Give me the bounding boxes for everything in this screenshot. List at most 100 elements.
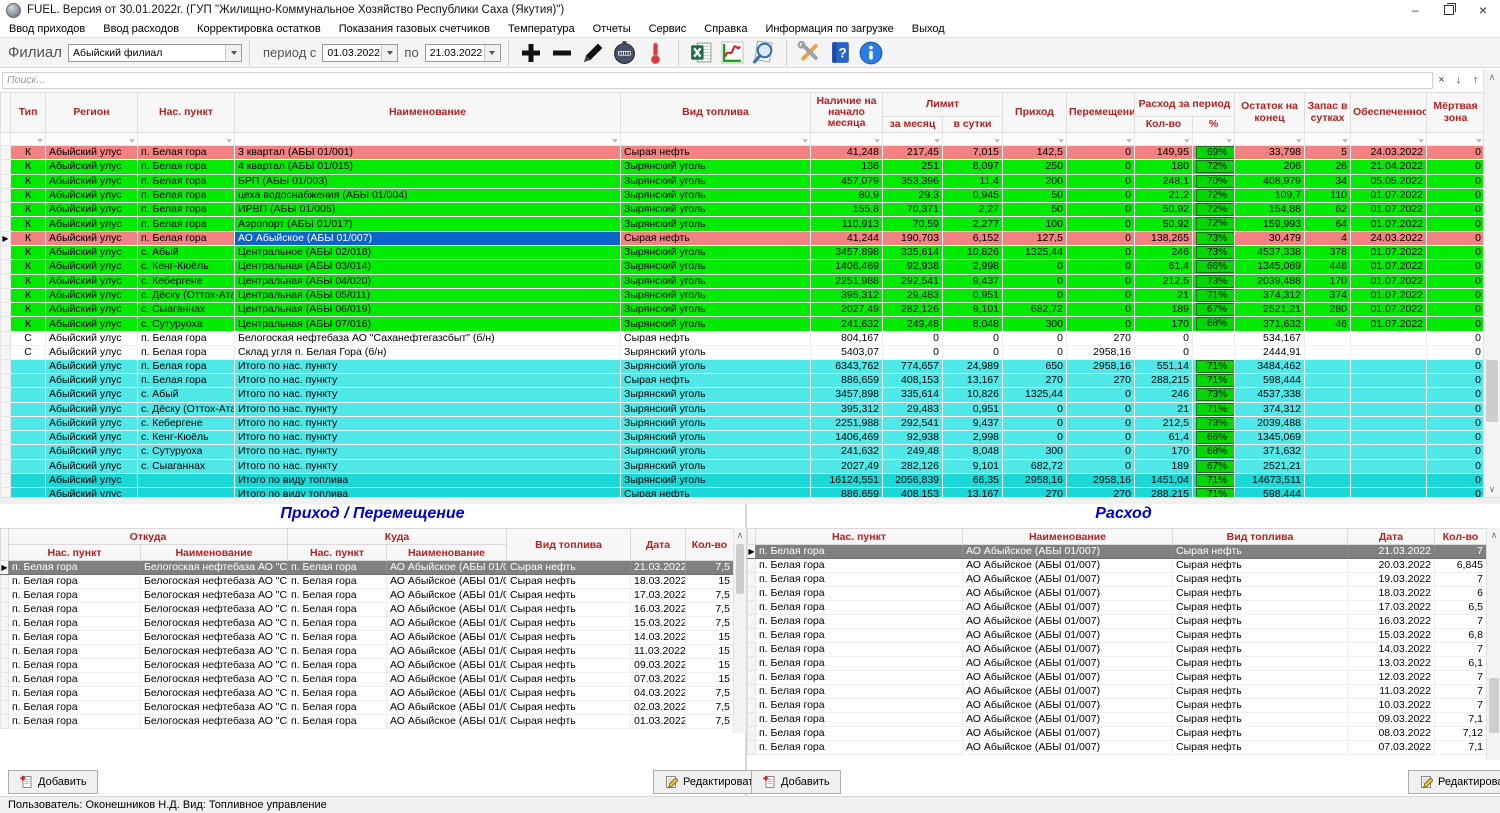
column-filter[interactable]: [235, 133, 621, 146]
table-row[interactable]: ▶п. Белая гораБелогоская нефтебаза АО "С…: [1, 561, 734, 575]
column-filter[interactable]: [1305, 133, 1351, 146]
col-header-days[interactable]: Запас в сутках: [1305, 93, 1351, 133]
chevron-down-icon[interactable]: [381, 45, 397, 61]
main-table-row[interactable]: Абыйский улусп. Белая гораИтого по нас. …: [1, 359, 1485, 373]
column-filter[interactable]: [1067, 133, 1135, 146]
col-header-limit-month[interactable]: за месяц: [883, 117, 943, 133]
column-filter[interactable]: [1427, 133, 1485, 146]
table-row[interactable]: п. Белая гораБелогоская нефтебаза АО "Са…: [1, 701, 734, 715]
menu-item[interactable]: Справка: [695, 20, 756, 37]
search-document-icon[interactable]: [749, 39, 778, 67]
edit-icon[interactable]: [579, 39, 608, 67]
chevron-down-icon[interactable]: [225, 45, 241, 61]
table-row[interactable]: п. Белая гораАО Абыйское (АБЫ 01/007)Сыр…: [748, 643, 1487, 657]
column-filter[interactable]: [811, 133, 883, 146]
search-prev-icon[interactable]: ↑: [1467, 72, 1484, 88]
scroll-down-icon[interactable]: ∨: [1484, 482, 1500, 497]
col-header-type[interactable]: Тип: [11, 93, 46, 133]
menu-item[interactable]: Показания газовых счетчиков: [330, 20, 499, 37]
main-table-row[interactable]: ▶КАбыйский улусп. Белая гораАО Абыйское …: [1, 231, 1485, 245]
filial-select[interactable]: Абыйский филиал: [68, 44, 242, 62]
col-header-settlement[interactable]: Нас. пункт: [138, 93, 235, 133]
col-header-name[interactable]: Наименование: [963, 529, 1173, 545]
table-row[interactable]: п. Белая гораБелогоская нефтебаза АО "Са…: [1, 715, 734, 729]
col-header-name[interactable]: Наименование: [235, 93, 621, 133]
main-table-row[interactable]: Абыйский улусс. КебергенеИтого по нас. п…: [1, 416, 1485, 430]
menu-item[interactable]: Корректировка остатков: [188, 20, 330, 37]
expense-scrollbar[interactable]: ∧: [1486, 528, 1500, 760]
table-row[interactable]: п. Белая гораАО Абыйское (АБЫ 01/007)Сыр…: [748, 713, 1487, 727]
menu-item[interactable]: Ввод приходов: [0, 20, 94, 37]
main-table-row[interactable]: Абыйский улусс. СутуруохаИтого по нас. п…: [1, 445, 1485, 459]
menu-item[interactable]: Информация по загрузке: [756, 20, 902, 37]
main-table-row[interactable]: КАбыйский улусс. СутуруохаЦентральная (А…: [1, 317, 1485, 331]
income-add-button[interactable]: Добавить: [8, 770, 98, 794]
scrollbar-thumb[interactable]: [1486, 360, 1498, 422]
table-row[interactable]: п. Белая гораБелогоская нефтебаза АО "Са…: [1, 575, 734, 589]
table-row[interactable]: п. Белая гораБелогоская нефтебаза АО "Са…: [1, 673, 734, 687]
main-table-row[interactable]: КАбыйский улусс. КебергенеЦентральная (А…: [1, 274, 1485, 288]
main-table-row[interactable]: КАбыйский улусп. Белая гора4 квартал (АБ…: [1, 160, 1485, 174]
table-row[interactable]: п. Белая гораАО Абыйское (АБЫ 01/007)Сыр…: [748, 657, 1487, 671]
table-row[interactable]: п. Белая гораАО Абыйское (АБЫ 01/007)Сыр…: [748, 601, 1487, 615]
main-table-row[interactable]: КАбыйский улусс. СыаганнахЦентральная (А…: [1, 303, 1485, 317]
scrollbar-thumb[interactable]: [736, 544, 744, 594]
expense-add-button[interactable]: Добавить: [751, 770, 841, 794]
col-header-fuel[interactable]: Вид топлива: [621, 93, 811, 133]
table-row[interactable]: п. Белая гораАО Абыйское (АБЫ 01/007)Сыр…: [748, 587, 1487, 601]
col-header-start[interactable]: Наличие на начало месяца: [811, 93, 883, 133]
col-header-rest[interactable]: Остаток на конец: [1235, 93, 1305, 133]
tools-icon[interactable]: [795, 39, 824, 67]
table-row[interactable]: ▶п. Белая гораАО Абыйское (АБЫ 01/007)Сы…: [748, 545, 1487, 559]
expense-edit-button[interactable]: Редактировать: [1408, 770, 1500, 794]
main-table-row[interactable]: Абыйский улусс. АбыйИтого по нас. пункту…: [1, 388, 1485, 402]
close-icon[interactable]: ×: [1466, 0, 1500, 20]
table-row[interactable]: п. Белая гораАО Абыйское (АБЫ 01/007)Сыр…: [748, 559, 1487, 573]
main-table-row[interactable]: Абыйский улусс. СыаганнахИтого по нас. п…: [1, 459, 1485, 473]
scroll-up-icon[interactable]: ∧: [1487, 528, 1500, 543]
table-row[interactable]: п. Белая гораБелогоская нефтебаза АО "Са…: [1, 589, 734, 603]
income-scrollbar[interactable]: ∧: [733, 528, 746, 733]
column-filter[interactable]: [1135, 133, 1193, 146]
main-table-row[interactable]: КАбыйский улусс. Дёску (Оттох-Атах)Центр…: [1, 288, 1485, 302]
table-row[interactable]: п. Белая гораБелогоская нефтебаза АО "Са…: [1, 645, 734, 659]
table-row[interactable]: п. Белая гораАО Абыйское (АБЫ 01/007)Сыр…: [748, 629, 1487, 643]
search-clear-icon[interactable]: ×: [1433, 72, 1450, 88]
table-row[interactable]: п. Белая гораАО Абыйское (АБЫ 01/007)Сыр…: [748, 741, 1487, 755]
table-row[interactable]: п. Белая гораБелогоская нефтебаза АО "Са…: [1, 603, 734, 617]
col-header-qty[interactable]: Кол-во: [686, 529, 734, 561]
col-header-expense-pct[interactable]: %: [1193, 117, 1235, 133]
main-table-row[interactable]: Абыйский улусп. Белая гораИтого по нас. …: [1, 373, 1485, 387]
main-table-row[interactable]: КАбыйский улусп. Белая гораАэропорт (АБЫ…: [1, 217, 1485, 231]
col-header-income[interactable]: Приход: [1003, 93, 1067, 133]
scrollbar-thumb[interactable]: [1489, 678, 1499, 733]
search-input[interactable]: [2, 72, 1433, 89]
col-header-to-name[interactable]: Наименование: [387, 545, 507, 561]
column-filter[interactable]: [138, 133, 235, 146]
col-header-region[interactable]: Регион: [46, 93, 138, 133]
remove-icon[interactable]: [548, 39, 577, 67]
table-row[interactable]: п. Белая гораБелогоская нефтебаза АО "Са…: [1, 617, 734, 631]
period-from-select[interactable]: 01.03.2022: [322, 44, 398, 62]
menu-item[interactable]: Ввод расходов: [94, 20, 188, 37]
col-header-move[interactable]: Перемещение: [1067, 93, 1135, 133]
chevron-down-icon[interactable]: [484, 45, 500, 61]
table-row[interactable]: п. Белая гораАО Абыйское (АБЫ 01/007)Сыр…: [748, 727, 1487, 741]
main-table-row[interactable]: САбыйский улусп. Белая гораБелогоская не…: [1, 331, 1485, 345]
main-scrollbar[interactable]: ∧ ∨: [1483, 70, 1500, 497]
chart-icon[interactable]: [718, 39, 747, 67]
scroll-up-icon[interactable]: ∧: [734, 528, 746, 543]
main-table-row[interactable]: Абыйский улусс. Дёску (Оттох-Атах)Итого …: [1, 402, 1485, 416]
col-header-date[interactable]: Дата: [1348, 529, 1435, 545]
main-table-row[interactable]: КАбыйский улусс. Кенг-КюёльЦентральная (…: [1, 260, 1485, 274]
column-filter[interactable]: [46, 133, 138, 146]
info-icon[interactable]: [857, 39, 886, 67]
minimize-icon[interactable]: –: [1398, 0, 1432, 20]
column-filter[interactable]: [1003, 133, 1067, 146]
main-table-row[interactable]: САбыйский улусп. Белая гораСклад угля п.…: [1, 345, 1485, 359]
col-header-expense-qty[interactable]: Кол-во: [1135, 117, 1193, 133]
table-row[interactable]: п. Белая гораАО Абыйское (АБЫ 01/007)Сыр…: [748, 699, 1487, 713]
search-next-icon[interactable]: ↓: [1450, 72, 1467, 88]
help-icon[interactable]: ?: [826, 39, 855, 67]
period-to-select[interactable]: 21.03.2022: [425, 44, 501, 62]
